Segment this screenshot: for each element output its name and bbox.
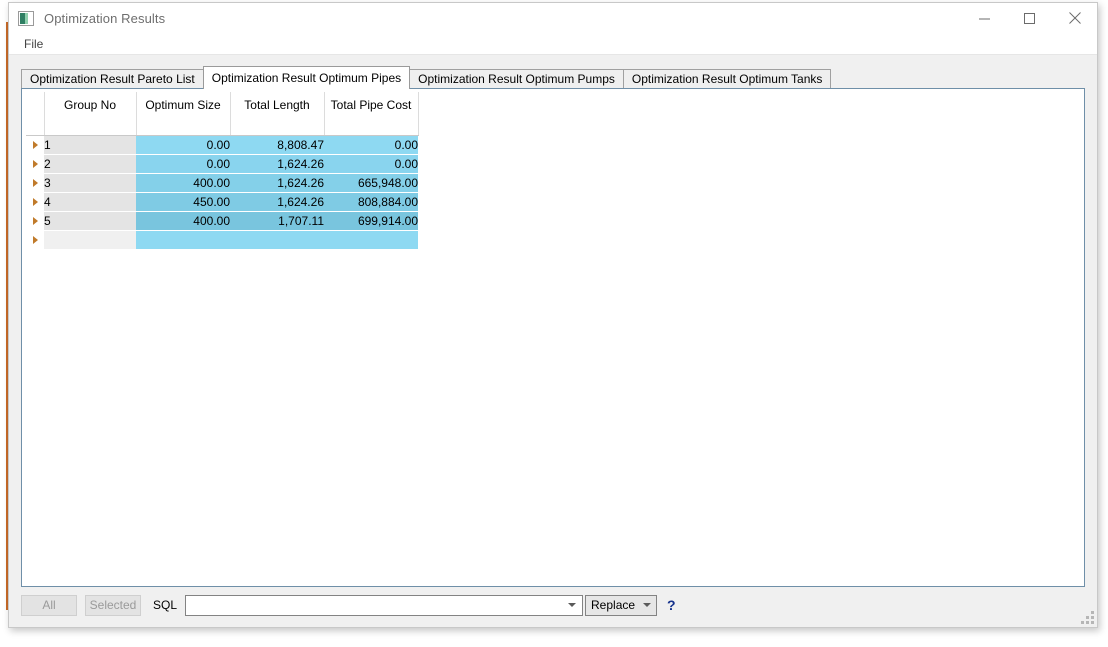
cell-total-pipe-cost[interactable]: 0.00: [324, 135, 418, 155]
tab-strip: Optimization Result Pareto List Optimiza…: [21, 66, 1085, 89]
cell-group-no[interactable]: 3: [44, 173, 136, 193]
table-row[interactable]: 1 0.00 8,808.47 0.00: [26, 135, 418, 155]
row-selector-header: [26, 92, 45, 136]
app-image-icon: [18, 10, 34, 26]
column-header-total-pipe-cost[interactable]: Total Pipe Cost: [324, 92, 419, 136]
row-selector-arrow-icon: [32, 159, 38, 168]
tab-optimization-result-optimum-tanks[interactable]: Optimization Result Optimum Tanks: [622, 69, 832, 88]
cell-total-pipe-cost[interactable]: 0.00: [324, 154, 418, 174]
window-controls: [962, 3, 1097, 33]
tab-optimization-result-optimum-pumps[interactable]: Optimization Result Optimum Pumps: [409, 69, 624, 88]
cell-optimum-size[interactable]: 400.00: [136, 173, 230, 193]
tab-optimization-result-optimum-pipes[interactable]: Optimization Result Optimum Pipes: [202, 66, 411, 89]
row-selector-cell[interactable]: [26, 173, 44, 193]
cell-group-no[interactable]: 2: [44, 154, 136, 174]
cell-optimum-size[interactable]: 450.00: [136, 192, 230, 212]
close-icon: [1068, 12, 1081, 24]
cell-total-length[interactable]: 1,624.26: [230, 154, 324, 174]
resize-grip[interactable]: [1081, 611, 1094, 624]
row-selector-arrow-icon: [32, 197, 38, 206]
close-button[interactable]: [1052, 3, 1097, 33]
minimize-button[interactable]: [962, 3, 1007, 33]
row-selector-arrow-icon: [32, 178, 38, 187]
cell-optimum-size[interactable]: 0.00: [136, 154, 230, 174]
table-header: Group No Optimum Size Total Length Total…: [26, 92, 419, 136]
column-header-group-no[interactable]: Group No: [44, 92, 137, 136]
cell-total-length[interactable]: [230, 230, 324, 250]
table-header-row: Group No Optimum Size Total Length Total…: [26, 92, 419, 136]
table-row[interactable]: 5 400.00 1,707.11 699,914.00: [26, 211, 418, 231]
cell-total-pipe-cost[interactable]: 808,884.00: [324, 192, 418, 212]
row-selector-cell[interactable]: [26, 192, 44, 212]
tab-optimization-result-pareto-list[interactable]: Optimization Result Pareto List: [21, 69, 204, 88]
maximize-button[interactable]: [1007, 3, 1052, 33]
row-selector-cell[interactable]: [26, 230, 44, 250]
title-bar: Optimization Results: [9, 3, 1097, 33]
optimization-results-window: Optimization Results File Optimization R…: [8, 2, 1098, 628]
minimize-icon: [979, 13, 990, 24]
all-button[interactable]: All: [21, 594, 77, 616]
help-button[interactable]: ?: [667, 597, 676, 613]
window-title: Optimization Results: [44, 10, 166, 26]
cell-optimum-size[interactable]: 400.00: [136, 211, 230, 231]
cell-group-no[interactable]: 4: [44, 192, 136, 212]
results-panel: Group No Optimum Size Total Length Total…: [21, 88, 1085, 587]
cell-total-length[interactable]: 1,707.11: [230, 211, 324, 231]
table-row[interactable]: [26, 230, 418, 250]
table-row[interactable]: 2 0.00 1,624.26 0.00: [26, 154, 418, 174]
chevron-down-icon: [643, 603, 652, 607]
cell-optimum-size[interactable]: 0.00: [136, 135, 230, 155]
mode-combobox[interactable]: Replace: [585, 594, 658, 616]
menu-bar: File: [9, 33, 1097, 54]
column-header-optimum-size[interactable]: Optimum Size: [136, 92, 231, 136]
menu-item-file[interactable]: File: [20, 35, 47, 53]
cell-total-length[interactable]: 8,808.47: [230, 135, 324, 155]
maximize-icon: [1024, 12, 1035, 24]
cell-total-pipe-cost[interactable]: 665,948.00: [324, 173, 418, 193]
table-row[interactable]: 4 450.00 1,624.26 808,884.00: [26, 192, 418, 212]
client-area: Optimization Result Pareto List Optimiza…: [9, 54, 1097, 627]
mode-value: Replace: [591, 598, 636, 612]
optimum-pipes-table: Group No Optimum Size Total Length Total…: [26, 92, 419, 250]
row-selector-cell[interactable]: [26, 154, 44, 174]
row-selector-arrow-icon: [32, 235, 38, 244]
cell-group-no[interactable]: [44, 230, 136, 250]
row-selector-arrow-icon: [32, 140, 38, 149]
cell-total-length[interactable]: 1,624.26: [230, 192, 324, 212]
sql-combobox[interactable]: [185, 594, 584, 616]
chevron-down-icon: [568, 603, 577, 607]
cell-total-length[interactable]: 1,624.26: [230, 173, 324, 193]
cell-optimum-size[interactable]: [136, 230, 230, 250]
table-body: 1 0.00 8,808.47 0.00 2 0.00 1,624.26 0.00 3 400.0…: [26, 135, 418, 250]
row-selector-arrow-icon: [32, 216, 38, 225]
row-selector-cell[interactable]: [26, 211, 44, 231]
column-header-total-length[interactable]: Total Length: [230, 92, 325, 136]
table-row[interactable]: 3 400.00 1,624.26 665,948.00: [26, 173, 418, 193]
row-selector-cell[interactable]: [26, 135, 44, 155]
sql-label: SQL: [153, 598, 178, 612]
cell-total-pipe-cost[interactable]: 699,914.00: [324, 211, 418, 231]
bottom-toolbar: All Selected SQL Replace ?: [21, 593, 1085, 617]
cell-group-no[interactable]: 1: [44, 135, 136, 155]
cell-group-no[interactable]: 5: [44, 211, 136, 231]
selected-button[interactable]: Selected: [85, 594, 141, 616]
cell-total-pipe-cost[interactable]: [324, 230, 418, 250]
